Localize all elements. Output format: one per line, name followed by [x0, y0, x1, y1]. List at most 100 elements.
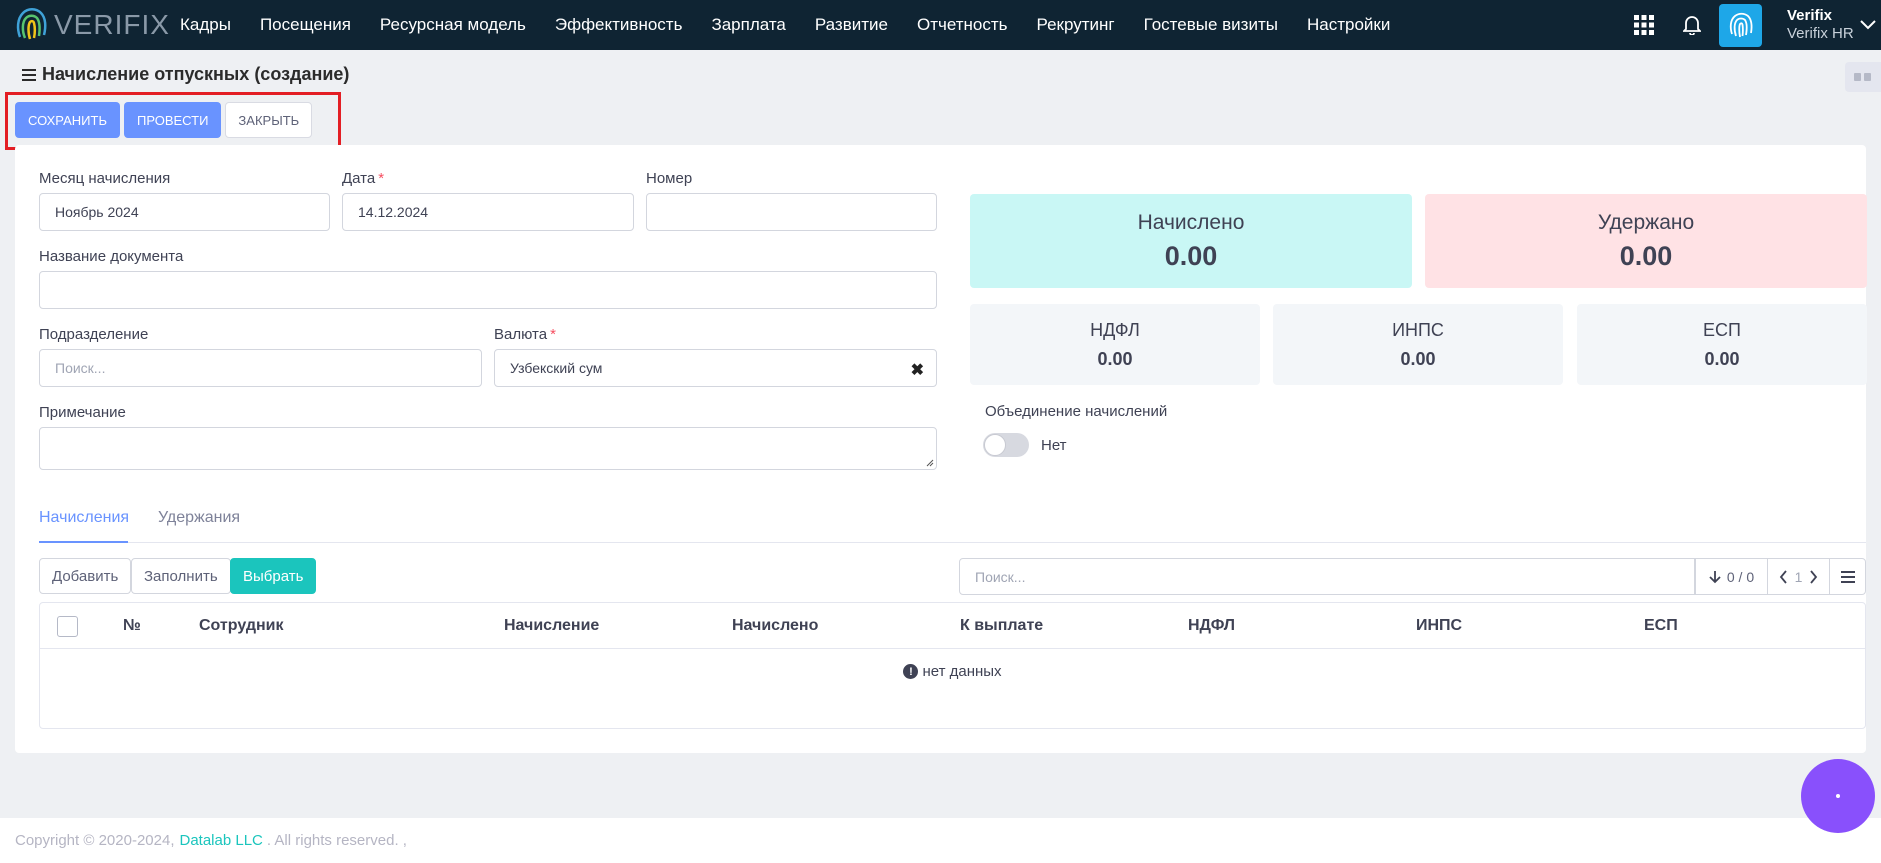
note-textarea[interactable] [39, 427, 937, 470]
nav-item-resource-model[interactable]: Ресурсная модель [380, 15, 526, 35]
nav-item-settings[interactable]: Настройки [1307, 15, 1390, 35]
grid-search-input[interactable]: Поиск... [959, 558, 1695, 595]
fill-button[interactable]: Заполнить [131, 558, 231, 594]
footer-company-link[interactable]: Datalab LLC [180, 832, 263, 849]
chat-fab-button[interactable] [1801, 759, 1875, 833]
ndfl-title: НДФЛ [1090, 319, 1140, 340]
ndfl-value: 0.00 [1097, 348, 1133, 369]
add-button[interactable]: Добавить [39, 558, 132, 594]
inps-value: 0.00 [1400, 348, 1436, 369]
brand-name: VERIFIX [54, 9, 170, 40]
sort-counter[interactable]: 0 / 0 [1695, 558, 1768, 595]
tabs-bar: Начисления Удержания [39, 497, 1866, 543]
column-header-number[interactable]: № [123, 617, 141, 635]
table-header: № Сотрудник Начисление Начислено К выпла… [40, 603, 1865, 649]
brand-logo[interactable]: VERIFIX [14, 5, 180, 45]
select-button[interactable]: Выбрать [230, 558, 317, 594]
nav-item-reports[interactable]: Отчетность [917, 15, 1008, 35]
date-value: 14.12.2024 [358, 204, 429, 220]
user-menu[interactable]: Verifix Verifix HR [1787, 7, 1857, 43]
tab-withholdings[interactable]: Удержания [158, 509, 240, 527]
fingerprint-logo-icon [16, 8, 47, 40]
date-field[interactable]: 14.12.2024 [342, 193, 634, 231]
merge-state: Нет [1041, 437, 1067, 454]
withheld-summary: Удержано 0.00 [1425, 194, 1867, 288]
select-all-checkbox[interactable] [57, 616, 78, 637]
currency-select[interactable]: Узбекский сум ✖ [494, 349, 937, 387]
accruals-table: № Сотрудник Начисление Начислено К выпла… [39, 602, 1866, 729]
columns-menu-icon[interactable] [1830, 558, 1866, 595]
post-button[interactable]: ПРОВЕСТИ [123, 102, 222, 138]
inps-title: ИНПС [1392, 319, 1444, 340]
nav-item-attendance[interactable]: Посещения [260, 15, 351, 35]
column-header-employee[interactable]: Сотрудник [199, 617, 284, 635]
page-number: 1 [1794, 568, 1803, 585]
footer-rights: . All rights reserved. , [266, 832, 407, 849]
nav-item-efficiency[interactable]: Эффективность [555, 15, 683, 35]
footer-copyright: Copyright © 2020-2024, [15, 832, 175, 849]
exclamation-circle-icon: ! [903, 664, 919, 679]
arrow-down-icon [1709, 570, 1721, 583]
grid-search-placeholder: Поиск... [975, 568, 1026, 585]
close-icon[interactable]: ✖ [911, 360, 924, 380]
column-header-accrual[interactable]: Начисление [504, 617, 599, 635]
nav-item-development[interactable]: Развитие [815, 15, 888, 35]
ndfl-summary: НДФЛ 0.00 [970, 304, 1260, 385]
close-button[interactable]: ЗАКРЫТЬ [225, 102, 313, 138]
active-tab-indicator [39, 541, 128, 543]
accrued-title: Начислено [1137, 210, 1245, 234]
menu-icon[interactable] [22, 68, 36, 81]
merge-label: Объединение начислений [985, 403, 1168, 420]
resize-handle-icon[interactable] [926, 459, 934, 467]
save-button[interactable]: СОХРАНИТЬ [15, 102, 120, 138]
apps-grid-icon[interactable] [1623, 4, 1665, 46]
document-toolbar: СОХРАНИТЬ ПРОВЕСТИ ЗАКРЫТЬ [15, 102, 316, 138]
doc-name-label: Название документа [39, 248, 184, 265]
tab-accruals[interactable]: Начисления [39, 509, 129, 527]
required-mark: * [378, 170, 385, 187]
chevron-right-icon[interactable] [1809, 569, 1818, 584]
currency-value: Узбекский сум [510, 360, 603, 376]
withheld-title: Удержано [1597, 210, 1695, 234]
footer: Copyright © 2020-2024, Datalab LLC . All… [0, 818, 1881, 863]
toggle-knob [984, 434, 1006, 456]
month-field[interactable]: Ноябрь 2024 [39, 193, 330, 231]
empty-state: ! нет данных [40, 663, 1865, 680]
column-header-inps[interactable]: ИНПС [1416, 617, 1462, 635]
month-label: Месяц начисления [39, 170, 171, 187]
division-search-input[interactable]: Поиск... [39, 349, 482, 387]
dot-icon [1836, 794, 1840, 798]
nav-item-salary[interactable]: Зарплата [711, 15, 785, 35]
column-header-to-pay[interactable]: К выплате [960, 617, 1043, 635]
bell-icon[interactable] [1671, 4, 1713, 46]
esp-summary: ЕСП 0.00 [1577, 304, 1867, 385]
empty-text: нет данных [922, 663, 1002, 680]
currency-label: Валюта * [494, 326, 556, 343]
number-field[interactable] [646, 193, 937, 231]
main-menu: Кадры Посещения Ресурсная модель Эффекти… [180, 15, 1419, 35]
avatar[interactable] [1719, 3, 1762, 47]
nav-item-guest-visits[interactable]: Гостевые визиты [1144, 15, 1278, 35]
column-header-esp[interactable]: ЕСП [1644, 617, 1678, 635]
user-org: Verifix HR [1787, 25, 1854, 42]
esp-value: 0.00 [1704, 348, 1740, 369]
chevron-left-icon[interactable] [1779, 569, 1788, 584]
division-label: Подразделение [39, 326, 149, 343]
esp-title: ЕСП [1703, 319, 1741, 340]
chevron-down-icon[interactable] [1857, 20, 1879, 30]
month-value: Ноябрь 2024 [55, 204, 139, 220]
accrued-summary: Начислено 0.00 [970, 194, 1412, 288]
date-label: Дата * [342, 170, 385, 187]
nav-right-area: Verifix Verifix HR [1623, 0, 1881, 50]
accrued-value: 0.00 [1164, 240, 1218, 271]
note-label: Примечание [39, 404, 126, 421]
doc-name-field[interactable] [39, 271, 937, 309]
required-mark: * [550, 326, 556, 343]
merge-toggle[interactable] [983, 433, 1029, 457]
column-header-ndfl[interactable]: НДФЛ [1188, 617, 1235, 635]
nav-item-staff[interactable]: Кадры [180, 15, 231, 35]
panel-toggle-icon[interactable] [1845, 62, 1881, 92]
division-placeholder: Поиск... [55, 360, 106, 376]
nav-item-recruiting[interactable]: Рекрутинг [1037, 15, 1115, 35]
column-header-accrued[interactable]: Начислено [732, 617, 818, 635]
